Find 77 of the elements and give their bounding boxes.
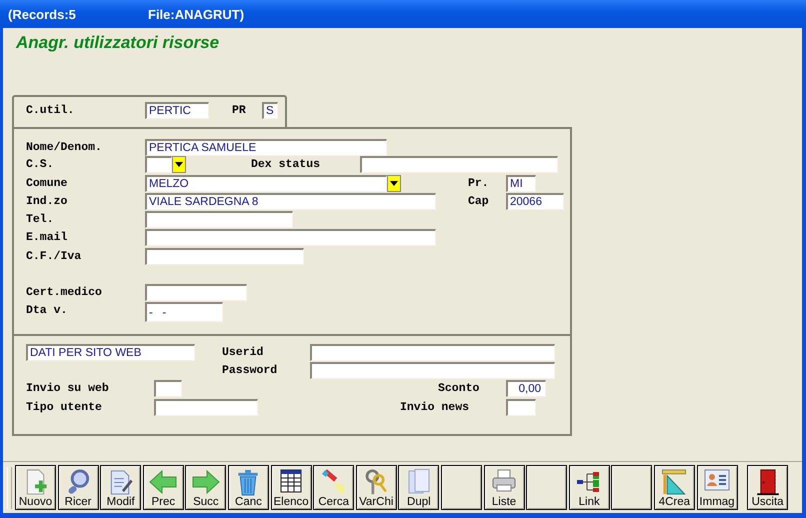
input-field[interactable] <box>145 211 293 228</box>
caret-icon <box>390 181 398 186</box>
toolbar-button[interactable]: Succ <box>185 465 226 510</box>
toolbar-button[interactable]: Link <box>568 465 610 510</box>
printer-icon <box>491 469 518 493</box>
field-label: Tipo utente <box>26 400 103 416</box>
field-label: Dex status <box>251 157 322 173</box>
toolbar-button[interactable]: Elenco <box>270 465 312 510</box>
field-label: Invio news <box>400 400 470 416</box>
input-field[interactable]: VIALE SARDEGNA 8 <box>145 193 436 210</box>
toolbar-button[interactable]: Liste <box>484 465 525 510</box>
input-field[interactable] <box>360 156 558 173</box>
caret-icon <box>175 162 183 167</box>
input-field[interactable]: MELZO <box>145 175 387 192</box>
field-label: Cap <box>468 194 490 210</box>
field-label: Dta v. <box>26 303 68 319</box>
field-label: Comune <box>26 176 68 192</box>
field-label: Userid <box>222 345 264 361</box>
toolbar-button[interactable]: Immag <box>696 465 738 510</box>
field-label: C.S. <box>26 157 55 173</box>
exit-button[interactable]: Uscita <box>747 465 788 510</box>
field-label: Tel. <box>26 212 55 228</box>
input-field[interactable]: MI <box>506 175 536 192</box>
toolbar-button[interactable]: Prec <box>142 465 184 510</box>
toolbar-button[interactable]: 4Crea <box>654 465 695 510</box>
drafting-tools-icon <box>661 469 688 496</box>
table-icon <box>280 469 302 493</box>
field-label: Pr. <box>468 176 490 192</box>
dropdown-button[interactable] <box>387 175 401 192</box>
input-field[interactable] <box>506 399 536 416</box>
toolbar-button[interactable]: Nuovo <box>15 465 56 510</box>
field-label: Cert.medico <box>26 285 103 301</box>
input-field[interactable] <box>145 229 436 246</box>
toolbar-button[interactable]: Ricer <box>58 465 99 510</box>
keys-icon <box>363 469 390 496</box>
input-field[interactable] <box>310 344 555 361</box>
field-label: Password <box>222 363 278 379</box>
field-label: Nome/Denom. <box>26 140 103 156</box>
input-field[interactable]: - - <box>145 302 223 322</box>
input-field[interactable]: 20066 <box>506 193 564 210</box>
field-label: PR <box>232 103 247 119</box>
input-field[interactable]: 0,00 <box>506 380 546 397</box>
field-label: C.util. <box>26 103 76 119</box>
flashlight-icon <box>320 469 347 496</box>
input-field[interactable] <box>145 248 304 265</box>
file-name: File:ANAGRUT) <box>148 6 244 22</box>
field-label: Invio su web <box>26 381 110 397</box>
field-label: Sconto <box>438 381 480 397</box>
dropdown-button[interactable] <box>172 156 186 173</box>
right-arrow-icon <box>192 469 220 495</box>
field-label: Ind.zo <box>26 194 68 210</box>
input-field[interactable] <box>154 380 182 397</box>
empty-toolbar-button[interactable] <box>611 465 652 510</box>
form-title: Anagr. utilizzatori risorse <box>16 33 220 53</box>
copy-pages-icon <box>406 469 431 495</box>
toolbar-button[interactable]: Modif <box>100 465 142 510</box>
toolbar-button[interactable]: Canc <box>228 465 269 510</box>
toolbar-button[interactable]: Cerca <box>313 465 354 510</box>
input-field[interactable] <box>310 362 555 379</box>
empty-toolbar-button[interactable] <box>440 465 482 510</box>
door-icon <box>754 469 781 496</box>
toolbar-button[interactable]: Dupl <box>398 465 440 510</box>
input-field[interactable]: S <box>262 102 278 119</box>
input-field[interactable] <box>145 156 172 173</box>
input-field[interactable]: PERTICA SAMUELE <box>145 139 387 156</box>
trash-icon <box>236 469 260 496</box>
input-field[interactable]: PERTIC <box>145 102 209 119</box>
toolbar-button[interactable]: VarChi <box>356 465 397 510</box>
field-label: C.F./Iva <box>26 249 82 265</box>
records-count: (Records:5 <box>8 6 77 22</box>
id-card-icon <box>704 469 730 491</box>
empty-toolbar-button[interactable] <box>526 465 568 510</box>
input-field[interactable] <box>145 284 247 301</box>
input-field[interactable] <box>154 399 258 416</box>
input-field[interactable]: DATI PER SITO WEB <box>26 344 195 361</box>
left-arrow-icon <box>149 469 178 495</box>
field-label: E.mail <box>26 230 68 246</box>
